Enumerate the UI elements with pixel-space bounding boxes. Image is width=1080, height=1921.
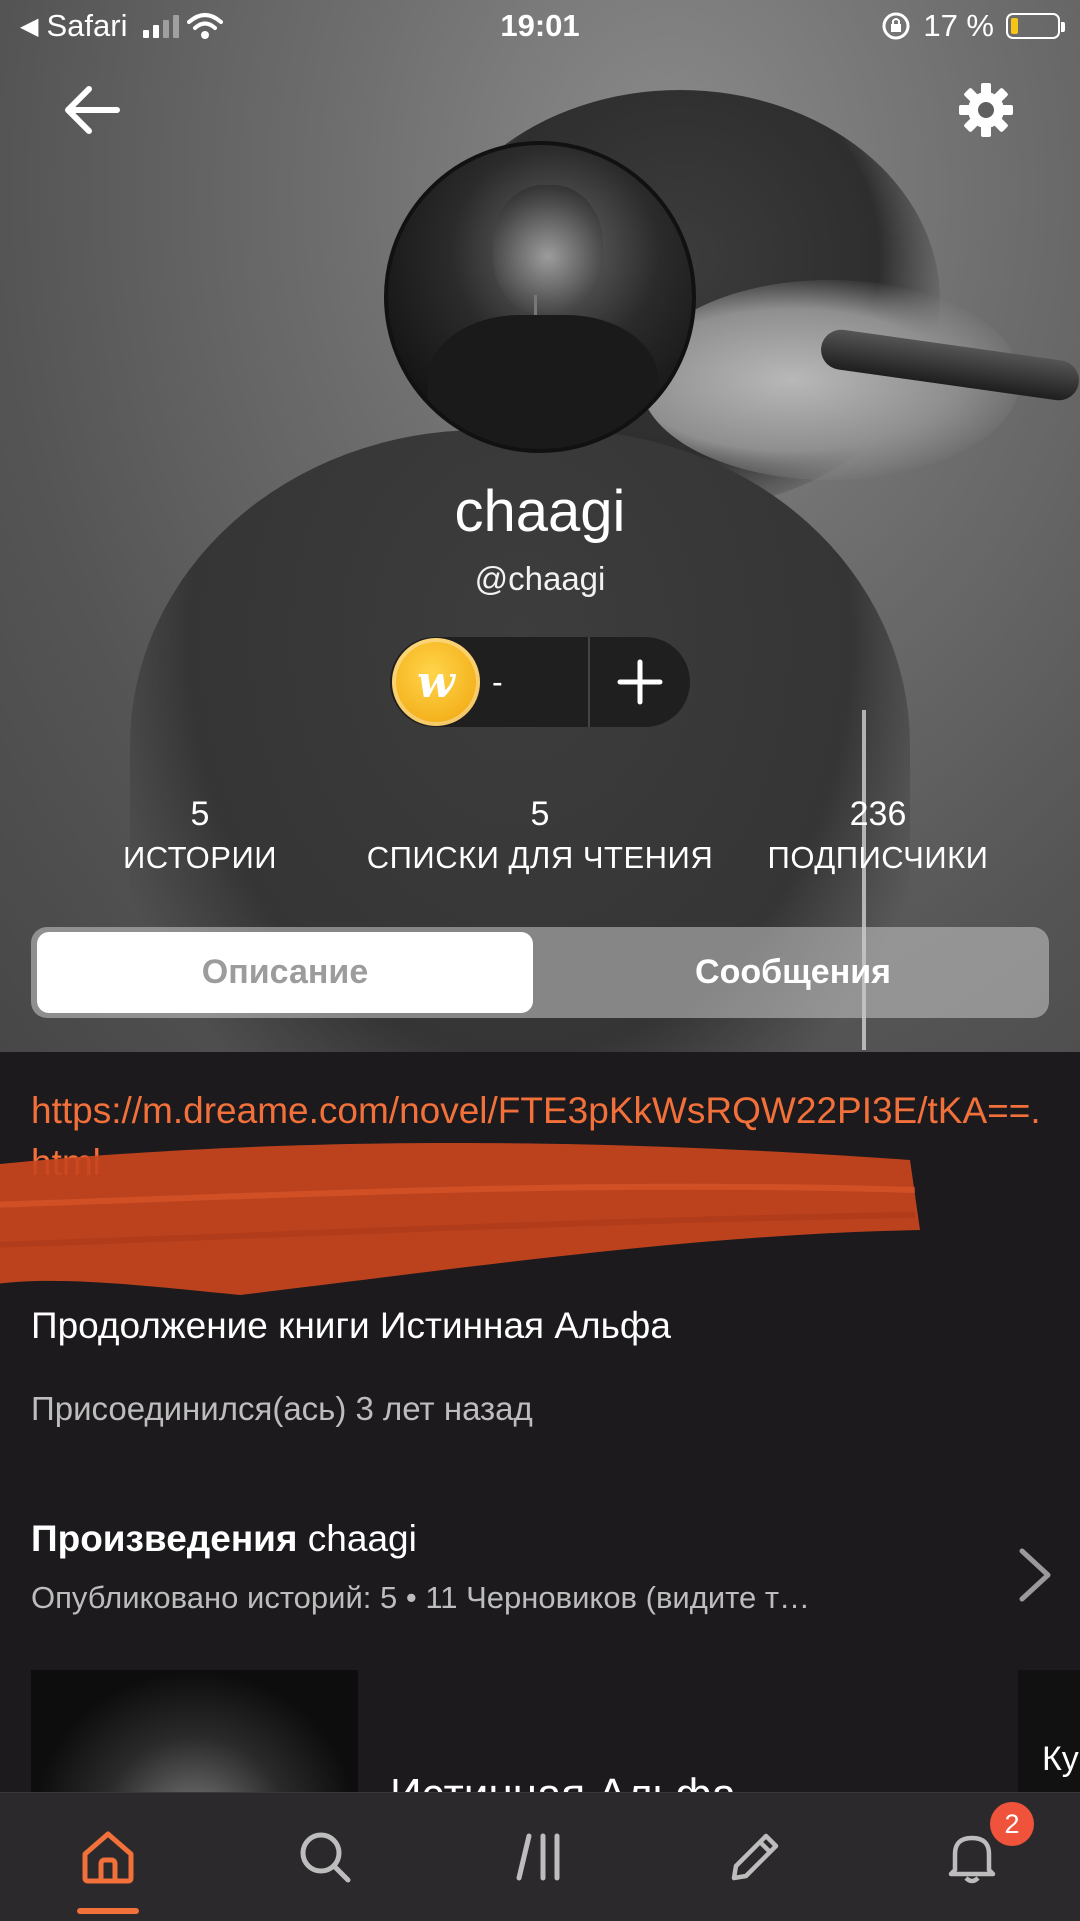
next-book-cover[interactable]: Ку (1018, 1670, 1080, 1810)
redaction-scribble (0, 1143, 920, 1295)
tab-messages[interactable]: Сообщения (543, 932, 1043, 1013)
write-icon (731, 1833, 779, 1881)
status-bar: ◀ Safari 19:01 17 % (0, 0, 1080, 56)
coin-count: - (492, 663, 503, 700)
nav-library[interactable] (480, 1793, 600, 1921)
tab-about[interactable]: Описание (37, 932, 533, 1013)
stat-followers-label: ПОДПИСЧИКИ (767, 840, 989, 875)
coin-icon: w (392, 638, 480, 726)
search-icon (300, 1832, 351, 1883)
works-title-label: Произведения (31, 1518, 298, 1559)
back-button[interactable] (52, 70, 132, 150)
orientation-lock-icon (882, 12, 910, 40)
notifications-badge: 2 (990, 1802, 1034, 1846)
nav-search[interactable] (265, 1793, 385, 1921)
chevron-right-icon[interactable] (1010, 1545, 1060, 1605)
battery-icon (1006, 13, 1065, 39)
nav-home[interactable] (48, 1793, 168, 1921)
bell-icon (948, 1835, 996, 1884)
coin-balance-pill[interactable]: w - (390, 637, 690, 727)
settings-button[interactable] (946, 70, 1026, 150)
profile-description: Продолжение книги Истинная Альфа (31, 1305, 671, 1346)
works-title-user: chaagi (307, 1518, 417, 1559)
buy-coins-button[interactable] (590, 637, 690, 727)
next-book-title: Ку (1042, 1740, 1079, 1778)
works-section-title[interactable]: Произведения chaagi (31, 1518, 417, 1560)
avatar[interactable] (384, 141, 696, 453)
stat-followers-value: 236 (849, 795, 907, 833)
home-icon (82, 1831, 134, 1884)
profile-tabs: Описание Сообщения (31, 927, 1049, 1018)
nav-write[interactable] (695, 1793, 815, 1921)
profile-display-name: chaagi (454, 479, 626, 544)
gear-icon (959, 83, 1013, 137)
plus-icon (617, 659, 663, 705)
arrow-left-icon (65, 86, 120, 134)
active-tab-indicator (77, 1908, 139, 1914)
bottom-nav (0, 1792, 1080, 1921)
status-right: 17 % (881, 8, 1065, 44)
library-icon (516, 1833, 560, 1881)
profile-username: @chaagi (474, 560, 606, 597)
battery-percent: 17 % (923, 8, 994, 43)
book-cover[interactable] (31, 1670, 358, 1810)
stat-followers[interactable]: 236 ПОДПИСЧИКИ (678, 795, 1078, 876)
joined-date: Присоединился(ась) 3 лет назад (31, 1390, 533, 1427)
works-subtitle: Опубликовано историй: 5 • 11 Черновиков … (31, 1580, 811, 1615)
